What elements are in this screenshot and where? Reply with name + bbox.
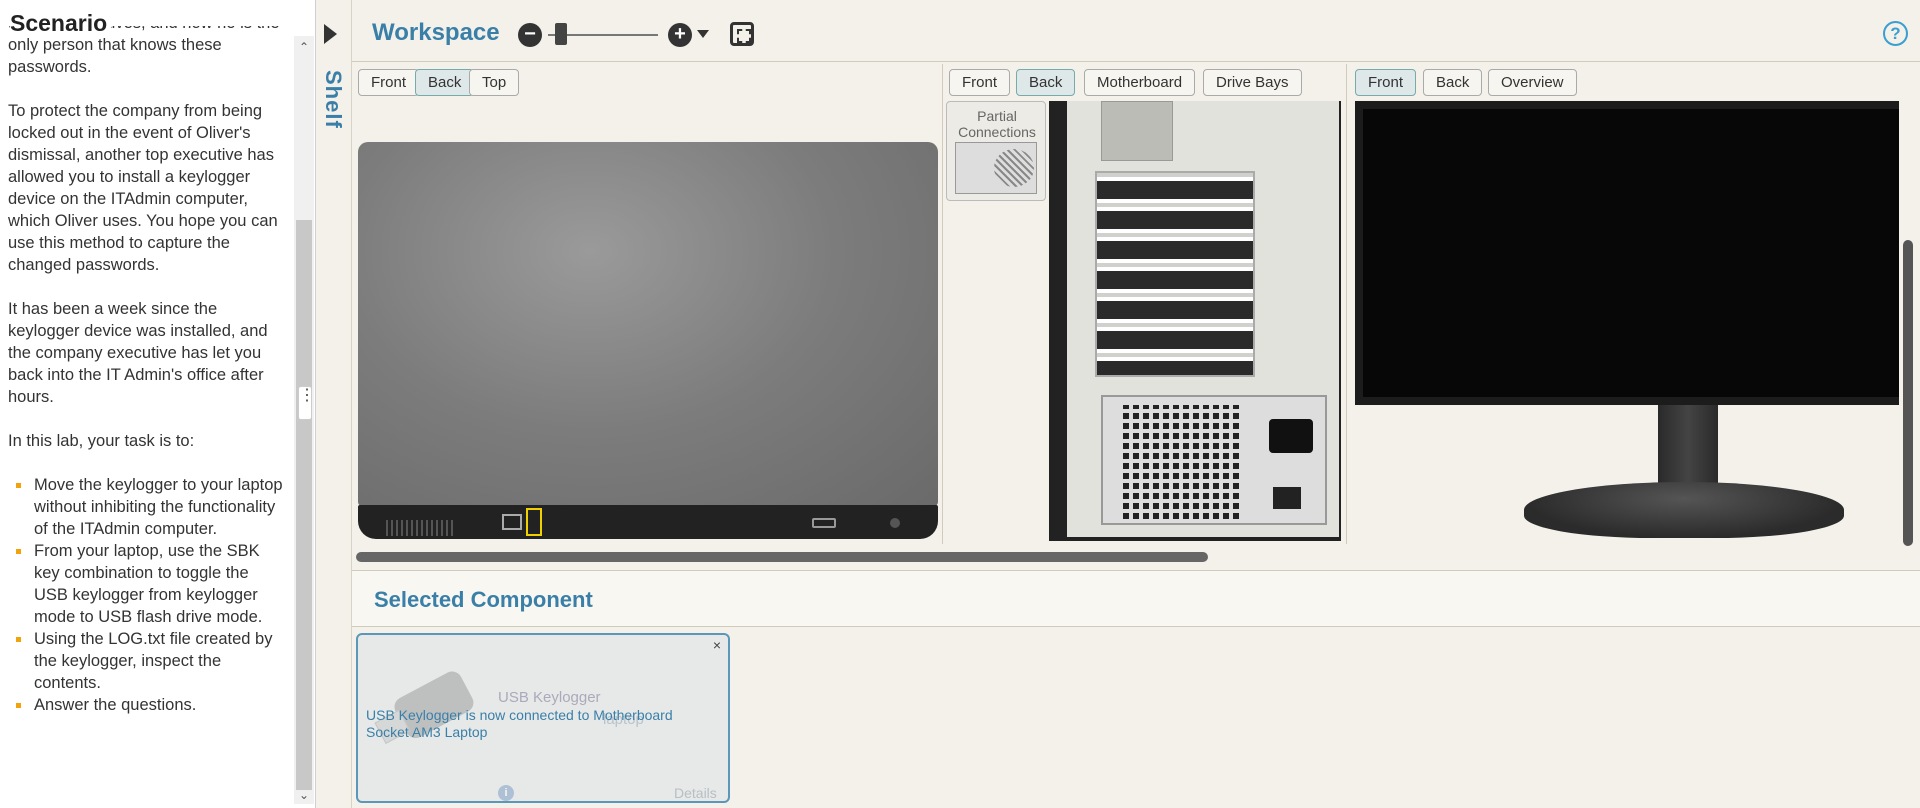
task-item: Using the LOG.txt file created by the ke…	[14, 628, 284, 694]
tower-tab-front[interactable]: Front	[949, 69, 1011, 96]
monitor-tab-back[interactable]: Back	[1423, 69, 1483, 96]
computer-tower-back	[1049, 101, 1341, 541]
zoom-slider-thumb[interactable]	[555, 23, 568, 45]
fit-to-screen-icon[interactable]	[730, 22, 754, 46]
shelf-expand-icon[interactable]	[324, 24, 337, 44]
selected-component-panel: Selected Component USB Keylogger laptop …	[352, 570, 1920, 808]
shelf-strip: Shelf	[316, 0, 352, 808]
workspace-horizontal-scrollbar[interactable]	[356, 552, 1208, 562]
scenario-text: the top executives, and how he is the on…	[0, 26, 292, 808]
task-item: Answer the questions.	[14, 694, 284, 716]
scenario-title: Scenario	[10, 10, 112, 37]
monitor-tab-front[interactable]: Front	[1355, 69, 1417, 96]
tower-tab-back[interactable]: Back	[1016, 69, 1076, 96]
app-root: Scenario the top executives, and how he …	[0, 0, 1920, 808]
zoom-in-icon[interactable]: +	[668, 23, 692, 47]
power-supply-thumbnail[interactable]	[955, 142, 1037, 194]
scenario-panel: Scenario the top executives, and how he …	[0, 0, 316, 808]
close-icon[interactable]: ×	[710, 638, 724, 653]
scroll-down-icon[interactable]: ⌄	[297, 788, 311, 802]
task-item: From your laptop, use the SBK key combin…	[14, 540, 284, 628]
workspace-header: Workspace − + ?	[352, 0, 1920, 62]
laptop-hdmi-port-icon[interactable]	[812, 518, 836, 528]
tower-back-panel	[1067, 101, 1339, 537]
scenario-scroll-thumb[interactable]	[296, 220, 312, 790]
laptop-usb-port-selected[interactable]	[526, 508, 542, 536]
task-item: Move the keylogger to your laptop withou…	[14, 474, 284, 540]
workspace-vertical-scrollbar[interactable]	[1903, 240, 1913, 546]
workspace-panel: Workspace − + ? Front Back Top Front Bac…	[352, 0, 1920, 808]
scenario-paragraph: To protect the company from being locked…	[8, 102, 278, 274]
help-icon[interactable]: ?	[1883, 21, 1908, 46]
partial-connections-box[interactable]: Partial Connections	[946, 101, 1046, 201]
selected-component-card[interactable]: USB Keylogger laptop USB Keylogger is no…	[356, 633, 730, 803]
connection-message: USB Keylogger is now connected to Mother…	[366, 707, 673, 740]
panel-resize-handle-icon[interactable]: ⋮	[298, 386, 315, 420]
laptop-tab-top[interactable]: Top	[469, 69, 520, 96]
view-divider	[1346, 64, 1347, 544]
zoom-dropdown-icon[interactable]	[697, 30, 709, 38]
scenario-paragraph: In this lab, your task is to:	[8, 432, 195, 450]
tower-tab-drive-bays[interactable]: Drive Bays	[1203, 69, 1302, 96]
shelf-label[interactable]: Shelf	[320, 70, 346, 129]
laptop-tab-back[interactable]: Back	[415, 69, 475, 96]
power-supply-back[interactable]	[1101, 395, 1327, 525]
task-list: Move the keylogger to your laptop withou…	[8, 474, 284, 716]
expansion-slots[interactable]	[1095, 171, 1255, 377]
monitor-tab-overview[interactable]: Overview	[1488, 69, 1577, 96]
details-link[interactable]: Details	[674, 785, 717, 801]
tower-tab-motherboard[interactable]: Motherboard	[1084, 69, 1196, 96]
partial-connections-label: Partial Connections	[958, 108, 1036, 140]
info-icon[interactable]: i	[498, 785, 514, 801]
component-name: USB Keylogger	[498, 689, 601, 706]
power-switch-icon[interactable]	[1273, 487, 1301, 509]
view-divider	[942, 64, 943, 544]
laptop-power-jack-icon[interactable]	[890, 518, 900, 528]
scenario-paragraph: It has been a week since the keylogger d…	[8, 300, 268, 406]
io-ports-panel[interactable]	[1101, 101, 1173, 161]
scroll-up-icon[interactable]: ⌃	[297, 40, 311, 54]
fan-grill-icon	[1123, 405, 1243, 519]
selected-component-title: Selected Component	[374, 587, 593, 612]
selected-component-header: Selected Component	[352, 571, 1920, 627]
workspace-title: Workspace	[372, 19, 500, 46]
power-socket-icon[interactable]	[1269, 419, 1313, 453]
laptop-tab-front[interactable]: Front	[358, 69, 420, 96]
laptop-ethernet-port-icon[interactable]	[502, 514, 522, 530]
monitor-stand-base	[1524, 482, 1844, 538]
laptop-vent-icon	[386, 520, 456, 536]
monitor-screen	[1355, 101, 1899, 405]
laptop-back-image	[358, 142, 938, 506]
zoom-out-icon[interactable]: −	[518, 23, 542, 47]
